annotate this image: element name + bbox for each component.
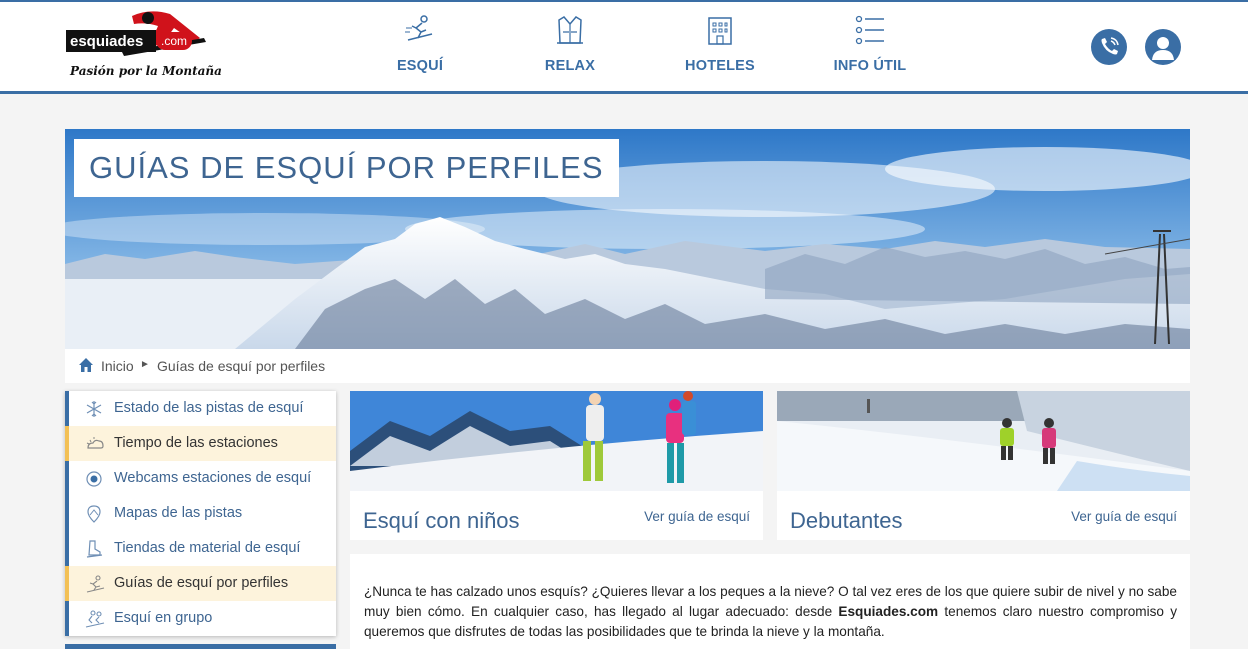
intro-section: ¿Nunca te has calzado unos esquís? ¿Quie… (350, 554, 1190, 649)
card-link[interactable]: Ver guía de esquí (644, 509, 750, 524)
nav-label: INFO ÚTIL (833, 58, 907, 74)
nav-label: RELAX (544, 58, 596, 74)
sidebar-item-estado-pistas[interactable]: Estado de las pistas de esquí (65, 391, 336, 426)
robe-icon (557, 16, 583, 44)
sidebar-item-label: Mapas de las pistas (114, 505, 243, 521)
sidebar-item-label: Tiendas de material de esquí (114, 540, 301, 556)
sidebar-item-label: Webcams estaciones de esquí (114, 470, 312, 486)
card-title: Esquí con niños (363, 508, 520, 533)
list-icon (855, 15, 884, 45)
breadcrumb-home-link[interactable]: Inicio (101, 358, 134, 374)
sidebar-menu: Estado de las pistas de esquí Tiempo de … (65, 391, 336, 636)
sidebar-item-label: Esquí en grupo (114, 610, 213, 626)
skier-icon (405, 15, 433, 41)
nav-label: ESQUÍ (396, 58, 444, 74)
sidebar-item-webcams[interactable]: Webcams estaciones de esquí (65, 461, 336, 496)
sidebar-item-label: Tiempo de las estaciones (114, 435, 278, 451)
intro-brand: Esquiades.com (838, 604, 939, 619)
guide-card-ninos[interactable]: Esquí con niños Ver guía de esquí (350, 391, 763, 540)
user-account-button[interactable] (1145, 29, 1181, 65)
group-skiers-icon (85, 610, 105, 628)
logo-tagline: Pasión por la Montaña (70, 64, 222, 78)
hero-title-box: GUÍAS DE ESQUÍ POR PERFILES (74, 139, 619, 197)
sidebar-item-tiempo[interactable]: Tiempo de las estaciones (65, 426, 336, 461)
nav-label: HOTELES (685, 58, 755, 74)
home-icon[interactable] (78, 357, 94, 373)
card-title: Debutantes (790, 508, 903, 533)
site-header: esquiades .com Pasión por la Montaña ESQ… (0, 0, 1248, 94)
nav-relax[interactable]: RELAX (510, 14, 630, 78)
guide-card-debutantes[interactable]: Debutantes Ver guía de esquí (777, 391, 1190, 540)
intro-paragraph: ¿Nunca te has calzado unos esquís? ¿Quie… (364, 582, 1177, 642)
logo-wordmark: esquiades (70, 33, 143, 50)
ski-boot-icon (86, 540, 103, 558)
page-title: GUÍAS DE ESQUÍ POR PERFILES (89, 150, 604, 185)
kids-skiing-photo (350, 391, 763, 491)
nav-info-util[interactable]: INFO ÚTIL (810, 14, 930, 78)
skier-icon (86, 575, 105, 593)
webcam-icon (86, 471, 102, 487)
breadcrumb-current: Guías de esquí por perfiles (157, 358, 326, 374)
phone-icon (1101, 37, 1119, 55)
nav-esqui[interactable]: ESQUÍ (360, 14, 480, 78)
hero-banner: GUÍAS DE ESQUÍ POR PERFILES (65, 129, 1190, 349)
sidebar-item-tiendas[interactable]: Tiendas de material de esquí (65, 531, 336, 566)
snowflake-icon (86, 401, 102, 417)
sidebar-item-guias-perfiles[interactable]: Guías de esquí por perfiles (65, 566, 336, 601)
sidebar-item-mapas[interactable]: Mapas de las pistas (65, 496, 336, 531)
sidebar-bottom-bar (65, 644, 336, 649)
sidebar-item-esqui-grupo[interactable]: Esquí en grupo (65, 601, 336, 636)
phone-button[interactable] (1091, 29, 1127, 65)
logo-domain: .com (161, 34, 187, 48)
breadcrumb-separator: ► (140, 359, 150, 370)
sidebar-item-label: Estado de las pistas de esquí (114, 400, 304, 416)
beginners-skiing-photo (777, 391, 1190, 491)
user-icon (1152, 37, 1174, 60)
weather-icon (86, 437, 104, 449)
nav-hoteles[interactable]: HOTELES (660, 14, 780, 78)
sidebar-item-label: Guías de esquí por perfiles (114, 575, 289, 591)
map-pin-icon (87, 505, 101, 523)
hotel-icon (708, 17, 732, 45)
breadcrumb: Inicio ► Guías de esquí por perfiles (65, 349, 1190, 383)
card-link[interactable]: Ver guía de esquí (1071, 509, 1177, 524)
